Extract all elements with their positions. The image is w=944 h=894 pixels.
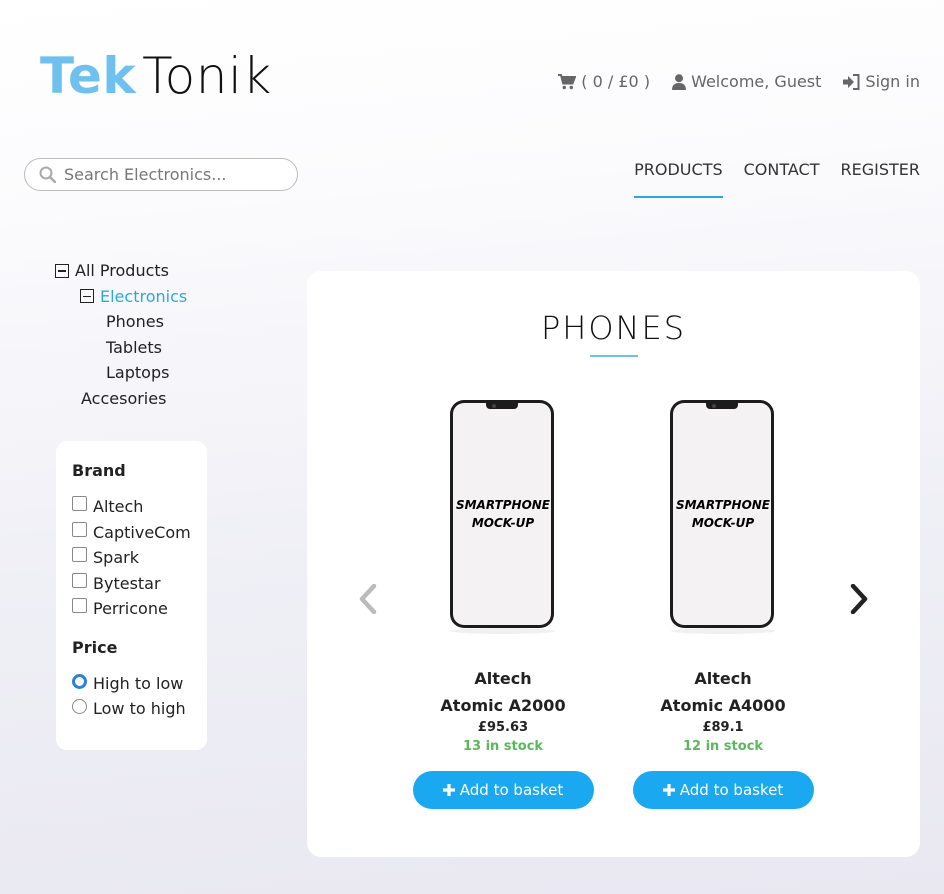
product-stock: 13 in stock [462,739,544,754]
product-model[interactable]: Atomic A4000 [628,696,818,715]
price-filter-title: Price [72,637,118,657]
top-bar: ( 0 / £0 ) Welcome, Guest Sign in [558,72,920,91]
brand-label: Bytestar [93,573,161,593]
category-tablets[interactable]: Tablets [55,335,187,361]
category-electronics[interactable]: Electronics [55,284,187,310]
nav-tab-products[interactable]: PRODUCTS [634,160,723,198]
chevron-left-icon[interactable] [359,584,377,614]
phone-image-text: MOCK-UP [692,516,754,530]
category-label: Laptops [106,363,170,383]
brand-checkbox[interactable] [72,496,87,512]
product-brand: Altech [474,669,532,688]
product-price: £89.1 [702,720,744,735]
brand-option-captivecom[interactable]: CaptiveCom [72,520,191,546]
price-option-low-to-high[interactable]: Low to high [72,696,191,722]
button-label: Add to basket [459,781,564,799]
brand-label: Altech [93,497,144,517]
phone-image-text: MOCK-UP [472,516,534,530]
cart-summary: ( 0 / £0 ) [581,72,651,91]
nav-tab-register[interactable]: REGISTER [841,160,921,198]
category-phones[interactable]: Phones [55,309,187,335]
category-label: Phones [106,312,164,332]
phone-image-text: SMARTPHONE [676,498,771,512]
main-nav: PRODUCTS CONTACT REGISTER [634,160,920,198]
phone-image[interactable]: SMARTPHONE MOCK-UP [668,395,778,635]
brand-option-perricone[interactable]: Perricone [72,596,191,622]
category-accessories[interactable]: Accesories [55,386,187,412]
brand-option-altech[interactable]: Altech [72,494,191,520]
category-label: Electronics [100,286,188,306]
price-option-high-to-low[interactable]: High to low [72,671,191,697]
section-heading: PHONES [540,309,686,347]
brand-option-spark[interactable]: Spark [72,545,191,571]
add-to-basket-button[interactable]: Add to basket [412,771,594,809]
sign-in-icon [843,73,860,90]
product-model[interactable]: Atomic A2000 [408,696,598,715]
button-label: Add to basket [679,781,784,799]
price-radio[interactable] [72,699,87,715]
price-label: High to low [93,673,184,693]
sign-in-link[interactable]: Sign in [843,72,920,91]
category-label: Accesories [81,388,167,408]
brand-checkbox[interactable] [72,547,87,563]
search-input[interactable] [64,165,284,184]
plus-icon [662,784,675,796]
cart-icon [558,73,577,89]
plus-icon [442,784,455,796]
brand-checkbox[interactable] [72,598,87,614]
cart-link[interactable]: ( 0 / £0 ) [558,72,650,91]
brand-label: Perricone [93,599,168,619]
welcome-link[interactable]: Welcome, Guest [672,72,821,91]
price-radio-selected[interactable] [72,673,87,689]
add-to-basket-button[interactable]: Add to basket [632,771,814,809]
sign-in-label: Sign in [865,72,920,91]
search-icon [39,166,56,183]
price-label: Low to high [93,699,186,719]
product-card: SMARTPHONE MOCK-UP Altech Atomic A4000 £… [628,395,818,809]
product-price: £95.63 [477,720,529,735]
collapse-icon[interactable] [55,263,69,278]
category-all-products[interactable]: All Products [55,258,187,284]
category-label: Tablets [106,337,162,357]
filter-panel: Brand Altech CaptiveCom Spark Bytestar P… [56,441,207,750]
welcome-text: Welcome, Guest [691,72,822,91]
chevron-right-icon[interactable] [850,584,868,614]
brand-checkbox[interactable] [72,521,87,537]
brand-label: Spark [93,548,139,568]
nav-tab-contact[interactable]: CONTACT [744,160,820,198]
products-panel: PHONES SMARTPHONE MOCK-UP Altech Atomic … [307,271,920,857]
brand-checkbox[interactable] [72,572,87,588]
product-card: SMARTPHONE MOCK-UP Altech Atomic A2000 £… [408,395,598,809]
logo-part1: Tek [40,47,137,105]
logo[interactable]: Tek Tonik [40,48,272,104]
product-stock: 12 in stock [682,739,764,754]
phone-image[interactable]: SMARTPHONE MOCK-UP [448,395,558,635]
brand-option-bytestar[interactable]: Bytestar [72,571,191,597]
heading-underline [590,355,638,357]
brand-filter-title: Brand [72,461,126,480]
user-icon [672,73,687,90]
phone-image-text: SMARTPHONE [456,498,551,512]
logo-part2: Tonik [142,47,272,105]
category-label: All Products [75,261,170,281]
search-box [24,158,298,191]
collapse-icon[interactable] [80,289,94,304]
brand-label: CaptiveCom [93,522,191,542]
category-laptops[interactable]: Laptops [55,360,187,386]
product-brand: Altech [694,669,752,688]
category-tree: All Products Electronics Phones Tablets … [55,258,187,411]
